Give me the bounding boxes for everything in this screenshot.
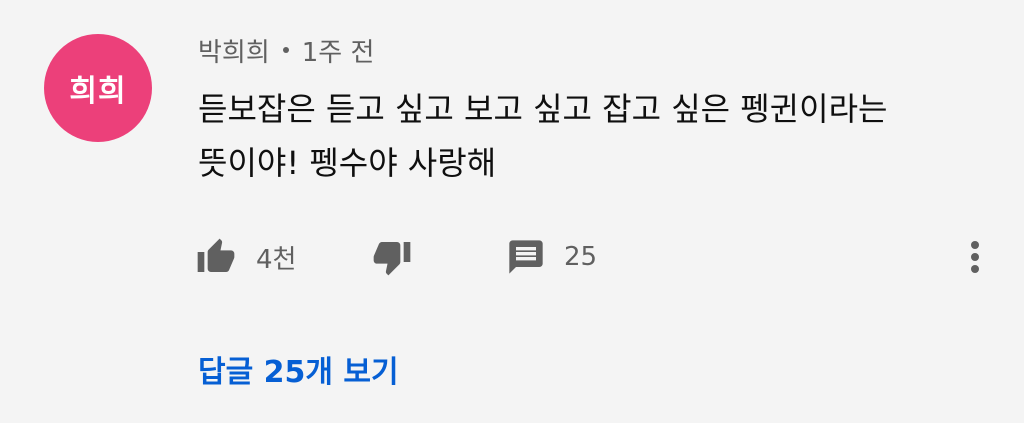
avatar[interactable]: 희희: [44, 34, 152, 142]
like-count-text: 4천: [256, 244, 297, 275]
more-vertical-icon: [971, 241, 979, 273]
comment-text-line: 뜻이야! 펭수야 사랑해: [198, 144, 497, 182]
thumbs-down-icon: [373, 242, 411, 276]
author-name[interactable]: 박희희: [198, 32, 270, 69]
like-count: 4천: [256, 232, 296, 282]
reply-button[interactable]: [506, 232, 546, 282]
comment-timestamp[interactable]: 1주 전: [302, 32, 375, 69]
comment-thread: 희희 박희희 1주 전 듣보잡은 듣고 싶고 보고 싶고 잡고 싶은 펭귄이라는…: [0, 0, 1024, 423]
like-button[interactable]: [196, 232, 236, 282]
comment-text-line: 듣보잡은 듣고 싶고 보고 싶고 잡고 싶은 펭귄이라는: [198, 90, 888, 128]
reply-count-text: 25: [564, 242, 598, 272]
comment-meta: 박희희 1주 전: [198, 30, 374, 70]
comment-actions: 4천 25: [196, 232, 996, 282]
reply-count: 25: [564, 232, 597, 282]
view-replies-label: 답글 25개 보기: [198, 355, 399, 390]
more-options-button[interactable]: [960, 232, 990, 282]
comment-icon: [509, 240, 543, 274]
separator-dot: [282, 47, 289, 53]
dislike-button[interactable]: [372, 232, 412, 282]
comment-text: 듣보잡은 듣고 싶고 보고 싶고 잡고 싶은 펭귄이라는 뜻이야! 펭수야 사랑…: [198, 82, 988, 190]
thumbs-up-icon: [197, 238, 235, 272]
view-replies-button[interactable]: 답글 25개 보기: [198, 344, 399, 394]
avatar-initials: 희희: [69, 74, 127, 109]
